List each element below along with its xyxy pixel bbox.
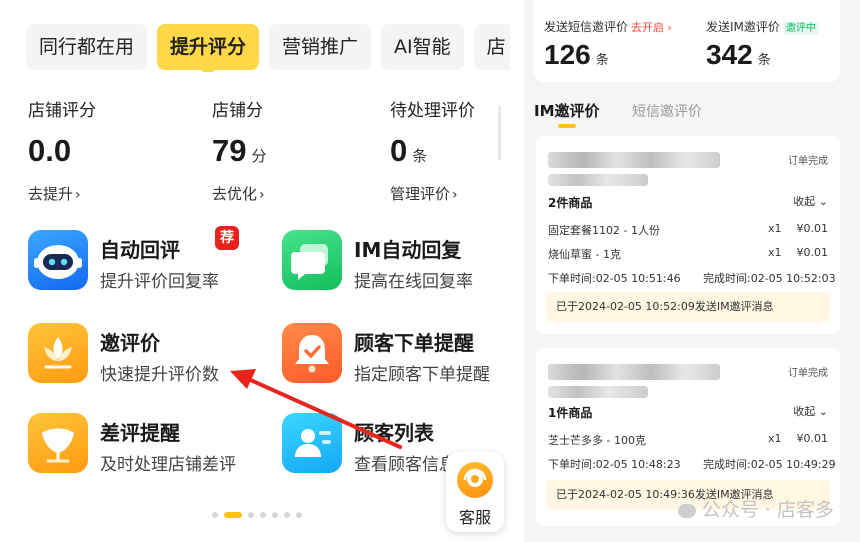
stat-label: 店铺评分 xyxy=(28,101,96,121)
flower-shield-icon xyxy=(28,413,88,473)
chevron-right-icon: › xyxy=(452,187,458,203)
carousel-dot[interactable] xyxy=(224,511,242,518)
item-count: 1件商品 xyxy=(548,406,593,420)
stat-store-rating: 店铺评分 0.0 去提升 › xyxy=(28,96,96,204)
carousel-dot[interactable] xyxy=(296,511,302,518)
customer-list-icon xyxy=(282,413,342,473)
invite-tabs: IM邀评价 短信邀评价 xyxy=(534,100,834,130)
carousel-dot[interactable] xyxy=(272,511,278,518)
right-panel: 发送短信邀评价 去开启 › 126 条 发送IM邀评价 邀评中 342 条 IM邀评价 … xyxy=(524,0,860,542)
carousel-dot[interactable] xyxy=(260,511,266,518)
optimize-link[interactable]: 去优化 › xyxy=(212,183,267,204)
carousel-dot[interactable] xyxy=(284,511,290,518)
order-times: 下单时间:02-05 10:48:23 完成时间:02-05 10:49:29 xyxy=(548,458,836,471)
tab-marketing[interactable]: 营销推广 xyxy=(269,24,372,70)
manage-reviews-link[interactable]: 管理评价 › xyxy=(390,183,475,204)
feature-title: 差评提醒 xyxy=(100,421,180,445)
customer-service-button[interactable]: 客服 xyxy=(446,452,504,532)
collapse-toggle[interactable]: 收起 ⌄ xyxy=(793,193,828,209)
order-card: 订单完成 2件商品 收起 ⌄ 固定套餐1102 - 1人份 x1 ¥0.01 烧仙草… xyxy=(536,136,840,334)
feature-title: 顾客下单提醒 xyxy=(354,331,474,355)
tab-peers[interactable]: 同行都在用 xyxy=(26,24,148,70)
order-status: 订单完成 xyxy=(788,368,828,379)
order-times: 下单时间:02-05 10:51:46 完成时间:02-05 10:52:03 xyxy=(548,272,836,285)
tab-improve-rating[interactable]: 提升评分 xyxy=(157,24,260,72)
feature-title: 自动回评 xyxy=(100,238,180,262)
list-item: 芝士芒多多 - 100克 x1 ¥0.01 xyxy=(548,432,828,447)
feature-bad-review-alert[interactable]: 差评提醒 及时处理店铺差评 xyxy=(28,413,258,477)
sms-invite-stat: 发送短信邀评价 去开启 › 126 条 xyxy=(544,18,672,71)
chevron-right-icon: › xyxy=(75,187,81,203)
flower-icon xyxy=(28,323,88,383)
invite-sent-note: 已于2024-02-05 10:52:09发送IM邀评消息 xyxy=(546,292,830,322)
feature-desc: 提升评价回复率 xyxy=(100,272,219,292)
order-status: 订单完成 xyxy=(788,156,828,167)
tab-indicator xyxy=(558,124,576,128)
stats-row: 店铺评分 0.0 去提升 › 店铺分 79 分 去优化 › 待处理评价 0条 管理评价… xyxy=(28,96,510,206)
stat-label: 店铺分 xyxy=(212,101,263,121)
list-item: 固定套餐1102 - 1人份 x1 ¥0.01 xyxy=(548,222,828,237)
sms-invite-label: 发送短信邀评价 xyxy=(544,20,629,34)
chevron-up-icon: ⌄ xyxy=(818,405,828,418)
carousel-dot[interactable] xyxy=(212,511,218,518)
feature-im-auto-reply[interactable]: IM自动回复 提高在线回复率 xyxy=(282,230,510,294)
tab-ai[interactable]: AI智能 xyxy=(381,24,464,70)
inviting-status-badge: 邀评中 xyxy=(782,22,819,35)
blurred-customer-name xyxy=(548,152,720,168)
feature-title: 邀评价 xyxy=(100,331,160,355)
headset-icon xyxy=(457,462,493,498)
bell-icon xyxy=(282,323,342,383)
feature-desc: 指定顾客下单提醒 xyxy=(354,365,490,385)
im-invite-label: 发送IM邀评价 xyxy=(706,20,780,34)
chevron-up-icon: ⌄ xyxy=(818,195,828,208)
feature-desc: 提高在线回复率 xyxy=(354,272,473,292)
tab-im-invite[interactable]: IM邀评价 xyxy=(534,100,600,121)
stat-store-score: 店铺分 79 分 去优化 › xyxy=(212,96,267,204)
collapse-toggle[interactable]: 收起 ⌄ xyxy=(793,403,828,419)
carousel-dot[interactable] xyxy=(248,511,254,518)
feature-title: IM自动回复 xyxy=(354,238,462,262)
carousel-dots xyxy=(212,504,308,518)
left-panel: 同行都在用 提升评分 营销推广 AI智能店 店铺评分 0.0 去提升 › 店铺分 79 分… xyxy=(0,0,510,542)
list-item: 烧仙草蜜 - 1克 x1 ¥0.01 xyxy=(548,246,828,261)
stat-label: 待处理评价 xyxy=(390,101,475,121)
chevron-right-icon: › xyxy=(259,187,265,203)
stat-value: 79 分 xyxy=(212,133,267,168)
feature-desc: 查看顾客信息 xyxy=(354,455,456,475)
im-invite-stat: 发送IM邀评价 邀评中 342 条 xyxy=(706,18,819,71)
tab-store-partial[interactable]: 店 xyxy=(473,24,510,70)
blurred-customer-name xyxy=(548,364,720,380)
recommend-badge: 荐 xyxy=(215,226,239,250)
stat-value: 0.0 xyxy=(28,133,72,168)
feature-title: 顾客列表 xyxy=(354,421,434,445)
enable-sms-link[interactable]: 去开启 › xyxy=(631,21,672,34)
watermark: 公众号 · 店客多 xyxy=(677,495,834,522)
stat-value: 0条 xyxy=(390,133,428,168)
tab-sms-invite[interactable]: 短信邀评价 xyxy=(632,101,702,121)
stat-pending-reviews: 待处理评价 0条 管理评价 › xyxy=(390,96,475,204)
chat-bubble-icon xyxy=(282,230,342,290)
feature-desc: 快速提升评价数 xyxy=(100,365,219,385)
feature-auto-reply[interactable]: 自动回评 荐 提升评价回复率 xyxy=(28,226,258,294)
customer-service-label: 客服 xyxy=(458,508,491,527)
wechat-icon xyxy=(677,503,696,518)
improve-link[interactable]: 去提升 › xyxy=(28,183,96,204)
robot-icon xyxy=(28,230,88,290)
item-count: 2件商品 xyxy=(548,196,593,210)
sms-invite-count: 126 条 xyxy=(544,39,609,70)
category-tabs: 同行都在用 提升评分 营销推广 AI智能店 xyxy=(26,24,510,72)
im-invite-count: 342 条 xyxy=(706,39,771,70)
feature-desc: 及时处理店铺差评 xyxy=(100,455,236,475)
feature-invite-review[interactable]: 邀评价 快速提升评价数 xyxy=(28,323,258,387)
feature-order-reminder[interactable]: 顾客下单提醒 指定顾客下单提醒 xyxy=(282,323,510,387)
scroll-edge xyxy=(498,106,501,160)
blurred-customer-info xyxy=(548,386,648,398)
blurred-customer-info xyxy=(548,174,648,186)
invite-stats-card: 发送短信邀评价 去开启 › 126 条 发送IM邀评价 邀评中 342 条 xyxy=(534,0,840,82)
